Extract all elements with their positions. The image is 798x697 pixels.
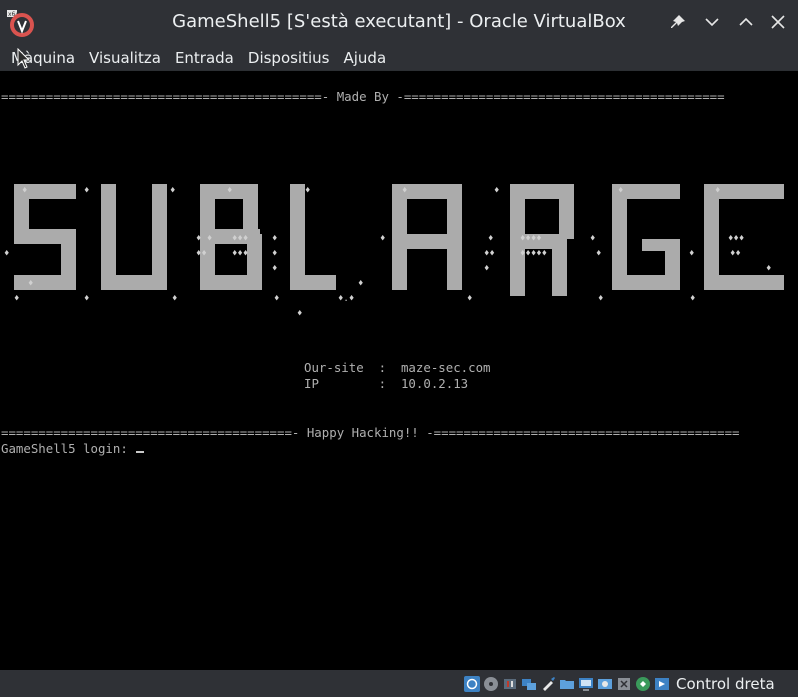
login-prompt: GameShell5 login: [1, 441, 136, 456]
host-key-arrow-icon[interactable] [654, 676, 670, 692]
shared-folder-icon[interactable] [559, 676, 575, 692]
svg-text:♦: ♦ [272, 249, 277, 259]
svg-text:♦: ♦ [227, 186, 232, 196]
svg-text:♦: ♦ [28, 279, 33, 289]
svg-text:♦: ♦ [272, 264, 277, 274]
svg-text:♦.♦: ♦.♦ [338, 294, 354, 304]
mouse-integration-icon[interactable] [635, 676, 651, 692]
menu-input[interactable]: Entrada [168, 46, 241, 70]
svg-text:♦: ♦ [598, 294, 603, 304]
display-icon[interactable] [578, 676, 594, 692]
menu-bar: Màquina Visualitza Entrada Dispositius A… [0, 46, 798, 70]
optical-drive-icon[interactable] [483, 676, 499, 692]
svg-text:♦: ♦ [402, 186, 407, 196]
usb-icon[interactable] [540, 676, 556, 692]
disk-icon[interactable] [464, 676, 480, 692]
svg-text:♦: ♦ [690, 294, 695, 304]
svg-text:♦♦♦: ♦♦♦ [232, 249, 248, 259]
svg-text:♦: ♦ [484, 264, 489, 274]
svg-text:♦: ♦ [272, 234, 277, 244]
svg-text:♦: ♦ [689, 249, 694, 259]
menu-view[interactable]: Visualitza [82, 46, 168, 70]
svg-text:♦♦♦♦: ♦♦♦♦ [520, 234, 542, 244]
network-icon[interactable] [521, 676, 537, 692]
menu-devices[interactable]: Dispositius [241, 46, 337, 70]
cpu-icon[interactable] [616, 676, 632, 692]
svg-text:♦: ♦ [358, 279, 363, 289]
svg-text:♦: ♦ [380, 234, 385, 244]
happy-hacking-line: =======================================-… [1, 425, 740, 440]
svg-text:♦: ♦ [170, 186, 175, 196]
svg-text:♦: ♦ [84, 186, 89, 196]
svg-text:♦♦♦: ♦♦♦ [232, 234, 248, 244]
site-info: Our-site : maze-sec.com [304, 360, 491, 375]
ip-info: IP : 10.0.2.13 [304, 376, 469, 391]
text-cursor [136, 451, 145, 453]
svg-text:♦: ♦ [467, 294, 472, 304]
window-titlebar[interactable]: x64 GameShell5 [S'està executant] - Orac… [0, 0, 798, 46]
status-bar: Control dreta [0, 670, 798, 697]
svg-text:♦: ♦ [297, 309, 302, 319]
svg-text:♦: ♦ [494, 186, 499, 196]
svg-text:♦♦♦♦♦: ♦♦♦♦♦ [520, 249, 547, 259]
svg-text:♦ ♦: ♦ ♦ [196, 234, 212, 244]
login-line[interactable]: GameShell5 login: [1, 441, 145, 456]
menu-machine[interactable]: Màquina [0, 46, 82, 70]
svg-text:♦: ♦ [4, 249, 9, 259]
svg-text:♦: ♦ [14, 294, 19, 304]
close-icon[interactable] [766, 10, 790, 34]
svg-text:♦: ♦ [305, 186, 310, 196]
svg-text:♦: ♦ [596, 249, 601, 259]
recording-icon[interactable] [597, 676, 613, 692]
maximize-chevron-up-icon[interactable] [734, 10, 758, 34]
svg-text:♦: ♦ [590, 234, 595, 244]
mouse-pointer-icon [17, 48, 31, 69]
made-by-line: ========================================… [1, 89, 725, 104]
svg-text:♦♦♦: ♦♦♦ [728, 234, 744, 244]
svg-text:♦: ♦ [84, 294, 89, 304]
svg-text:♦: ♦ [274, 294, 279, 304]
vm-display[interactable]: ========================================… [0, 71, 798, 670]
svg-text:♦♦: ♦♦ [196, 249, 207, 259]
svg-text:♦: ♦ [766, 264, 771, 274]
audio-icon[interactable] [502, 676, 518, 692]
svg-text:♦: ♦ [172, 294, 177, 304]
svg-text:♦♦: ♦♦ [730, 249, 741, 259]
svg-text:♦: ♦ [715, 186, 720, 196]
ascii-art-banner: ♦ ♦ ♦ ♦ ♦ ♦ ♦ ♦ ♦ ♦♦ ♦ ♦♦♦ ♦ ♦ ♦ ♦♦♦♦ ♦ ♦♦♦ ♦♦ ♦♦♦ ♦ … [4, 184, 784, 319]
svg-text:♦: ♦ [488, 234, 493, 244]
host-key-label: Control dreta [676, 675, 775, 693]
minimize-chevron-down-icon[interactable] [700, 10, 724, 34]
svg-text:♦♦: ♦♦ [484, 249, 495, 259]
menu-help[interactable]: Ajuda [336, 46, 393, 70]
pin-icon[interactable] [666, 10, 690, 34]
svg-text:♦: ♦ [618, 186, 623, 196]
svg-text:♦: ♦ [22, 186, 27, 196]
